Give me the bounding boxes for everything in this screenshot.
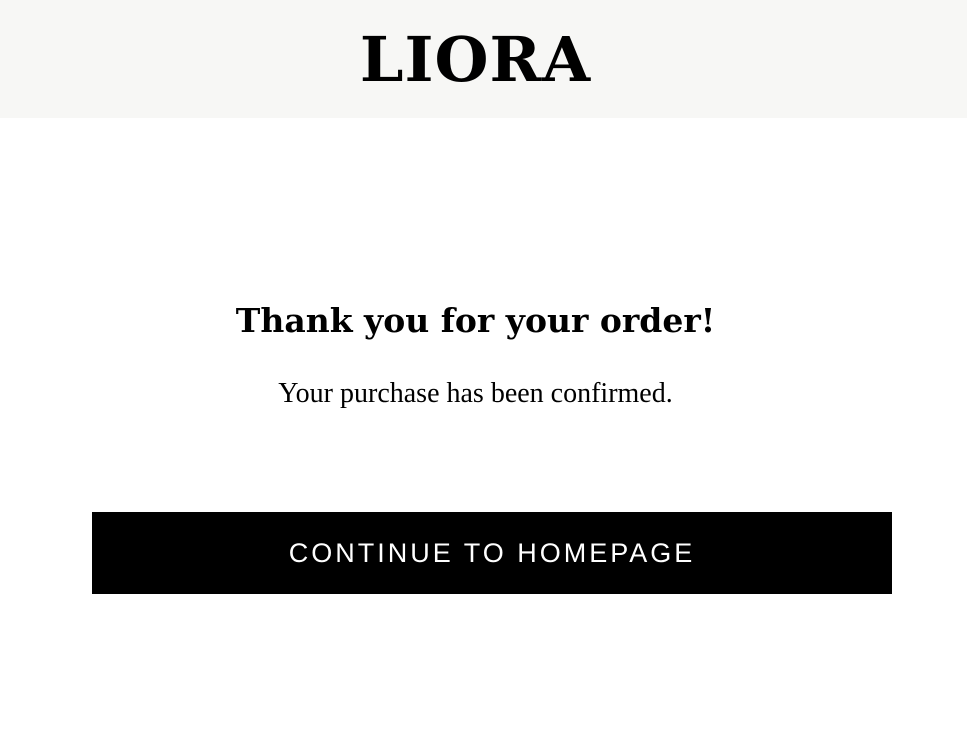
- site-header: LIORA: [0, 0, 967, 118]
- brand-logo[interactable]: LIORA: [360, 29, 591, 91]
- order-confirmation: Thank you for your order! Your purchase …: [0, 118, 967, 738]
- confirmation-message: Your purchase has been confirmed.: [278, 378, 673, 409]
- confirmation-title: Thank you for your order!: [235, 301, 716, 340]
- continue-to-homepage-button[interactable]: CONTINUE TO HOMEPAGE: [92, 512, 892, 594]
